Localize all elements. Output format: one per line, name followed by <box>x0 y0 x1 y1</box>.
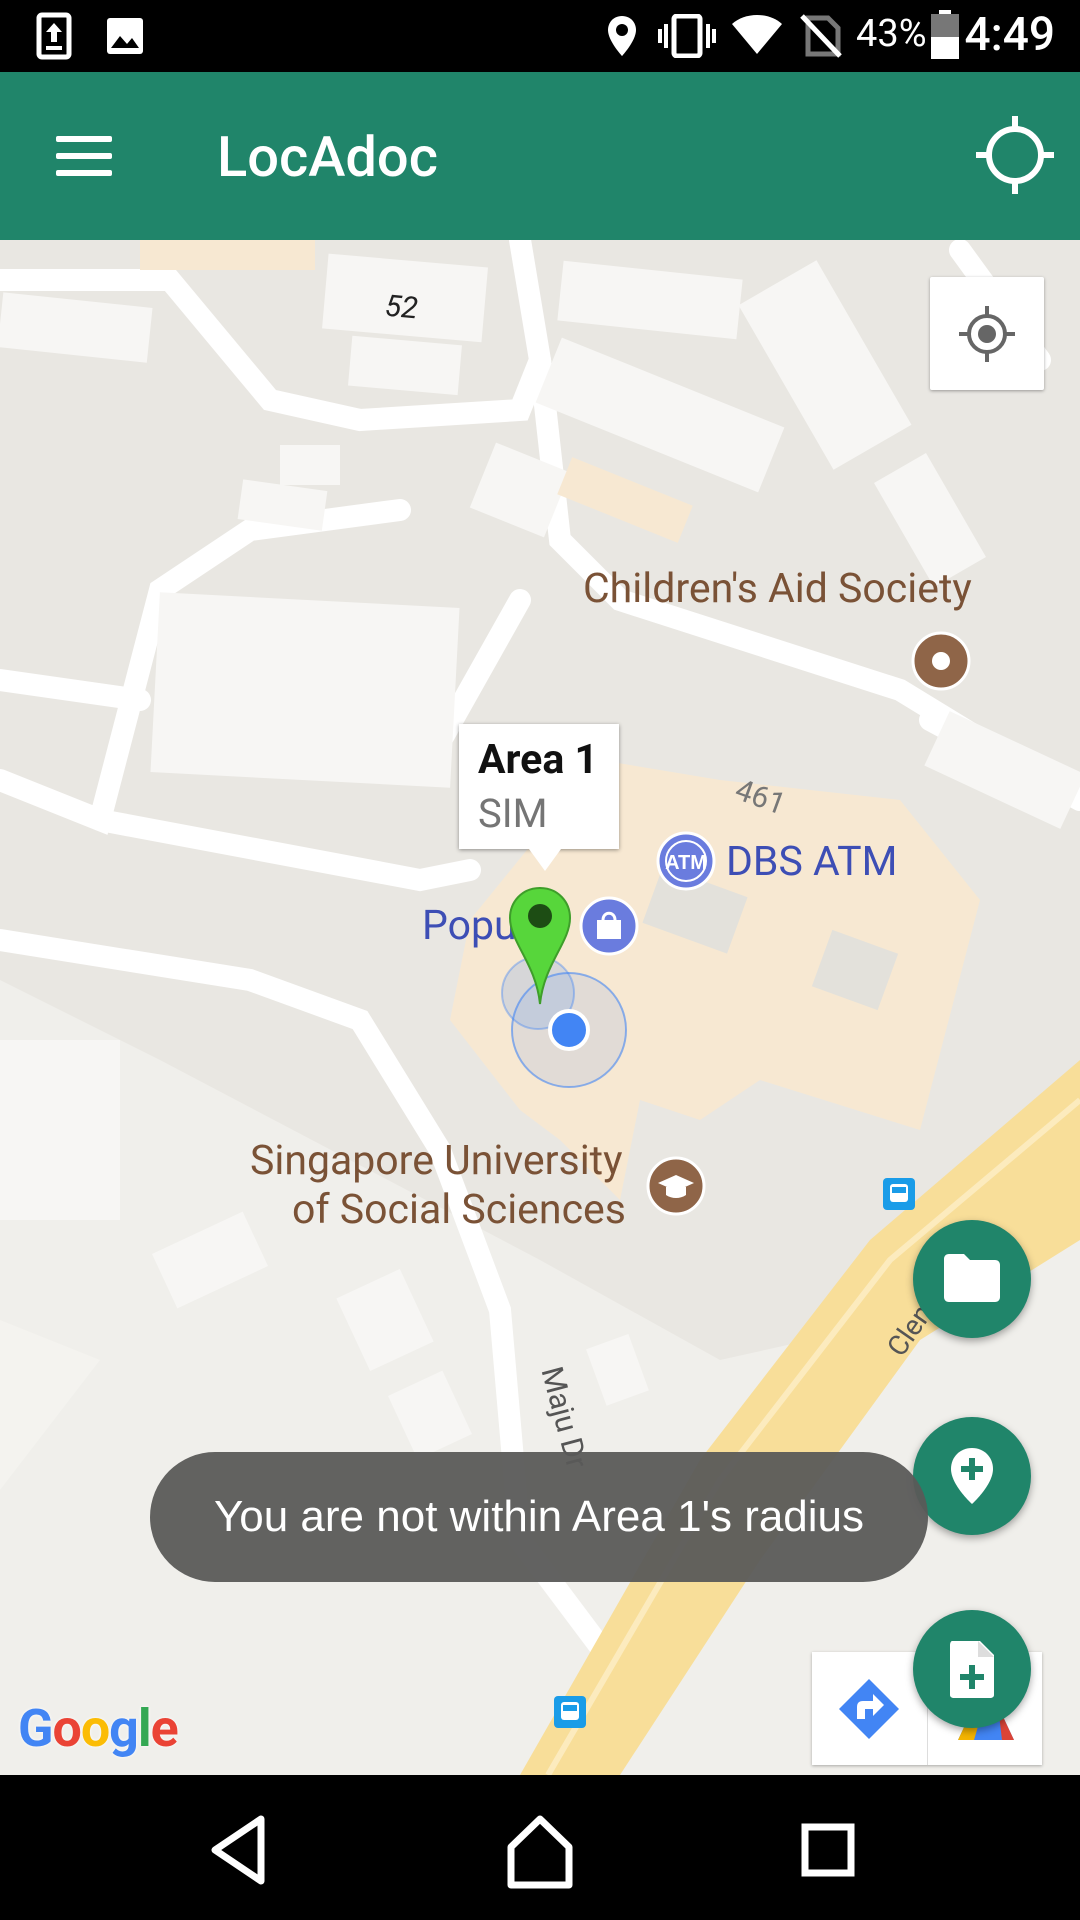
hamburger-menu-icon-line <box>56 153 112 159</box>
upload-icon <box>36 12 72 60</box>
image-icon <box>107 18 143 54</box>
info-window-tail <box>529 849 561 871</box>
toast-message: You are not within Area 1's radius <box>150 1452 928 1582</box>
bus-stop-icon[interactable] <box>882 1177 916 1211</box>
battery-icon <box>931 10 959 59</box>
hamburger-menu-icon-line <box>56 170 112 176</box>
recents-icon[interactable] <box>783 1805 873 1895</box>
home-icon[interactable] <box>495 1805 585 1895</box>
folder-fab-button[interactable] <box>913 1220 1031 1338</box>
google-logo: Google <box>18 1698 179 1759</box>
menu-button[interactable] <box>44 120 116 192</box>
vibrate-icon <box>658 14 716 58</box>
my-location-button[interactable] <box>930 277 1044 390</box>
poi-label-popular[interactable]: Popu <box>422 902 517 950</box>
gps-target-icon <box>976 116 1054 194</box>
school-icon[interactable] <box>645 1155 707 1217</box>
add-document-icon <box>950 1641 994 1698</box>
status-bar: 43% 4:49 <box>0 0 1080 72</box>
poi-label-suss[interactable]: Singapore University <box>250 1137 622 1185</box>
area-marker-pin-icon[interactable] <box>506 884 574 1008</box>
bus-stop-icon[interactable] <box>553 1695 587 1729</box>
directions-icon[interactable] <box>837 1677 901 1741</box>
add-document-fab-button[interactable] <box>913 1610 1031 1728</box>
navigation-bar <box>0 1775 1080 1920</box>
map-view[interactable]: 52 461 Children's Aid Society ATM DBS AT… <box>0 240 1080 1775</box>
info-window-snippet: SIM <box>478 790 548 837</box>
my-location-icon <box>959 306 1015 362</box>
battery-percent: 43% <box>856 12 927 56</box>
building-number-label: 52 <box>383 288 420 327</box>
add-location-fab-button[interactable] <box>913 1417 1031 1535</box>
info-window-title: Area 1 <box>478 736 598 784</box>
location-icon <box>608 16 636 56</box>
poi-label-suss-line2[interactable]: of Social Sciences <box>292 1186 626 1234</box>
poi-pin-icon[interactable] <box>910 630 972 692</box>
clock: 4:49 <box>964 8 1055 62</box>
app-bar: LocAdoc <box>0 72 1080 240</box>
shopping-bag-icon[interactable] <box>578 895 640 957</box>
back-icon[interactable] <box>195 1805 285 1895</box>
hamburger-menu-icon <box>56 136 112 142</box>
folder-icon <box>944 1254 1000 1302</box>
app-title: LocAdoc <box>217 124 438 190</box>
gps-target-button[interactable] <box>972 112 1058 198</box>
atm-icon[interactable]: ATM <box>655 830 717 892</box>
my-location-dot <box>550 1010 551 1011</box>
add-location-icon <box>951 1448 993 1504</box>
svg-text:ATM: ATM <box>665 852 707 874</box>
poi-label-childrens-aid-society[interactable]: Children's Aid Society <box>583 565 972 613</box>
google-logo-text: Google <box>18 1698 179 1759</box>
wifi-icon <box>732 15 782 54</box>
poi-label-dbs-atm[interactable]: DBS ATM <box>726 838 897 886</box>
marker-info-window[interactable]: Area 1 SIM <box>459 724 619 871</box>
no-sim-icon <box>800 14 842 58</box>
